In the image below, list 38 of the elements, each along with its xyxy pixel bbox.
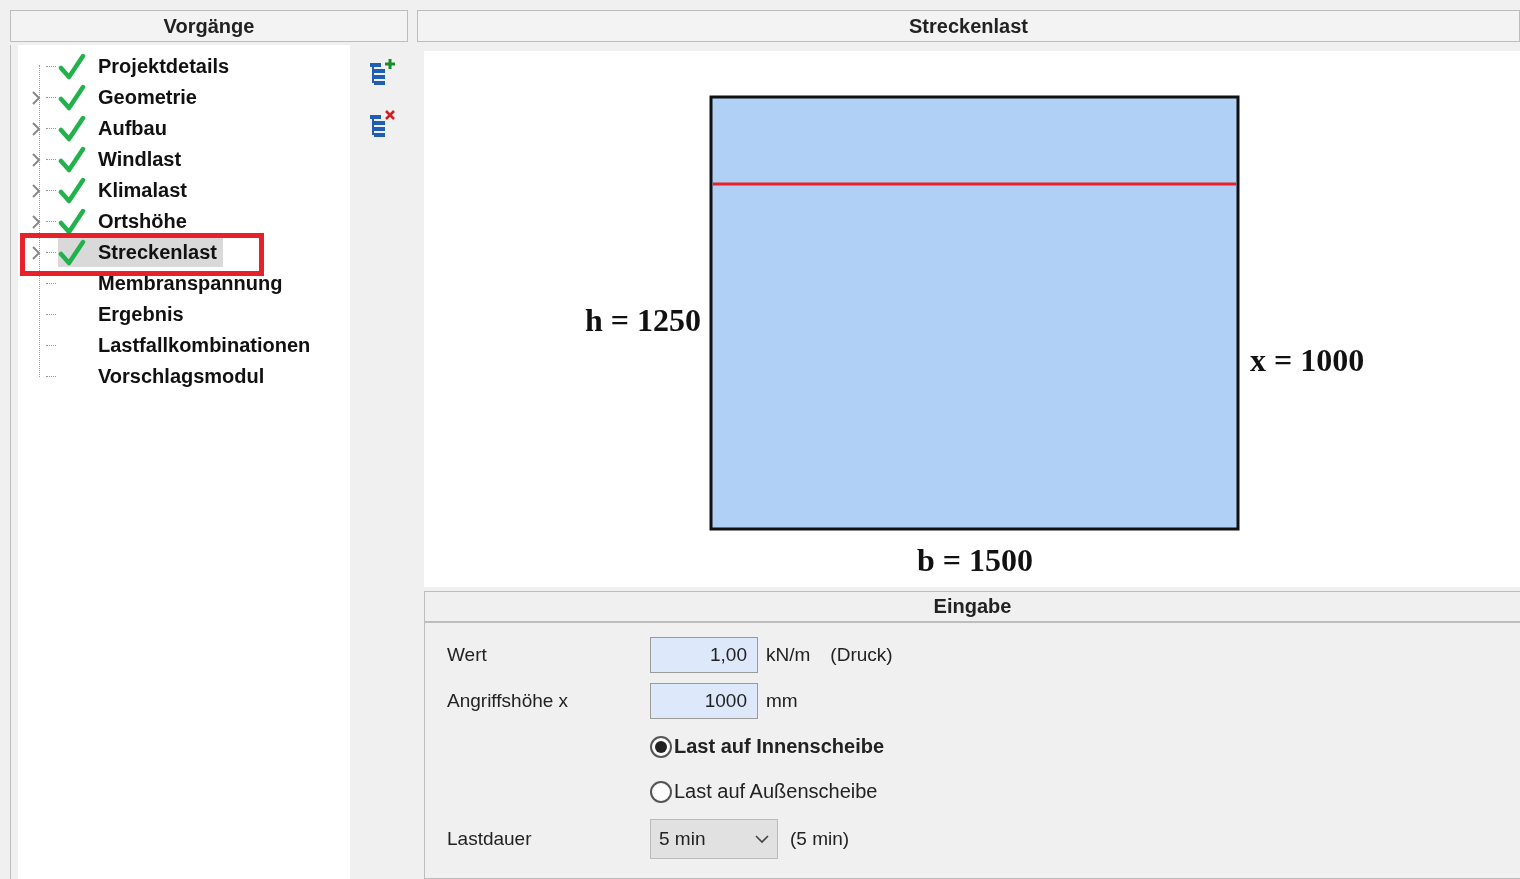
- tree-item[interactable]: Membranspannung: [58, 269, 289, 298]
- height-label: h = 1250: [584, 302, 701, 338]
- input-field[interactable]: 1000: [650, 683, 758, 719]
- tree-item[interactable]: Lastfallkombinationen: [58, 331, 317, 360]
- tree-item[interactable]: Vorschlagsmodul: [58, 362, 271, 391]
- section-title: Eingabe: [425, 592, 1520, 623]
- field-label: Angriffshöhe x: [447, 690, 570, 712]
- tree-item[interactable]: Ergebnis: [58, 300, 190, 329]
- caret-icon: [755, 834, 769, 844]
- radio-option[interactable]: Last auf Innenscheibe: [650, 729, 1520, 764]
- chevron-icon[interactable]: [31, 182, 41, 199]
- panel-title: Streckenlast: [417, 10, 1520, 42]
- radio-icon[interactable]: [650, 735, 672, 758]
- panel-title: Vorgänge: [10, 10, 408, 42]
- field-label: Lastdauer: [447, 828, 533, 850]
- width-label: b = 1500: [917, 542, 1033, 578]
- tree-item[interactable]: Windlast: [58, 145, 188, 174]
- chevron-icon[interactable]: [31, 244, 41, 261]
- chevron-icon[interactable]: [31, 120, 41, 137]
- tree-item[interactable]: Ortshöhe: [58, 207, 193, 236]
- position-label: x = 1000: [1250, 342, 1365, 378]
- note-label: (5 min): [790, 828, 850, 850]
- radio-option[interactable]: Last auf Außenscheibe: [650, 774, 1520, 809]
- chevron-icon[interactable]: [31, 213, 41, 230]
- tree-item[interactable]: Streckenlast: [58, 238, 223, 267]
- unit-label: kN/m: [766, 644, 811, 666]
- field-label: Wert: [447, 644, 488, 666]
- input-field[interactable]: 1,00: [650, 637, 758, 673]
- note-label: (Druck): [830, 644, 893, 666]
- chevron-icon[interactable]: [31, 151, 41, 168]
- radio-icon[interactable]: [650, 780, 672, 803]
- chevron-icon[interactable]: [31, 89, 41, 106]
- tree-item[interactable]: Aufbau: [58, 114, 173, 143]
- unit-label: mm: [766, 690, 798, 712]
- tree-item[interactable]: Geometrie: [58, 83, 203, 112]
- dropdown[interactable]: 5 min: [650, 819, 778, 859]
- tree-item[interactable]: Klimalast: [58, 176, 193, 205]
- tree-item[interactable]: Projektdetails: [58, 52, 236, 81]
